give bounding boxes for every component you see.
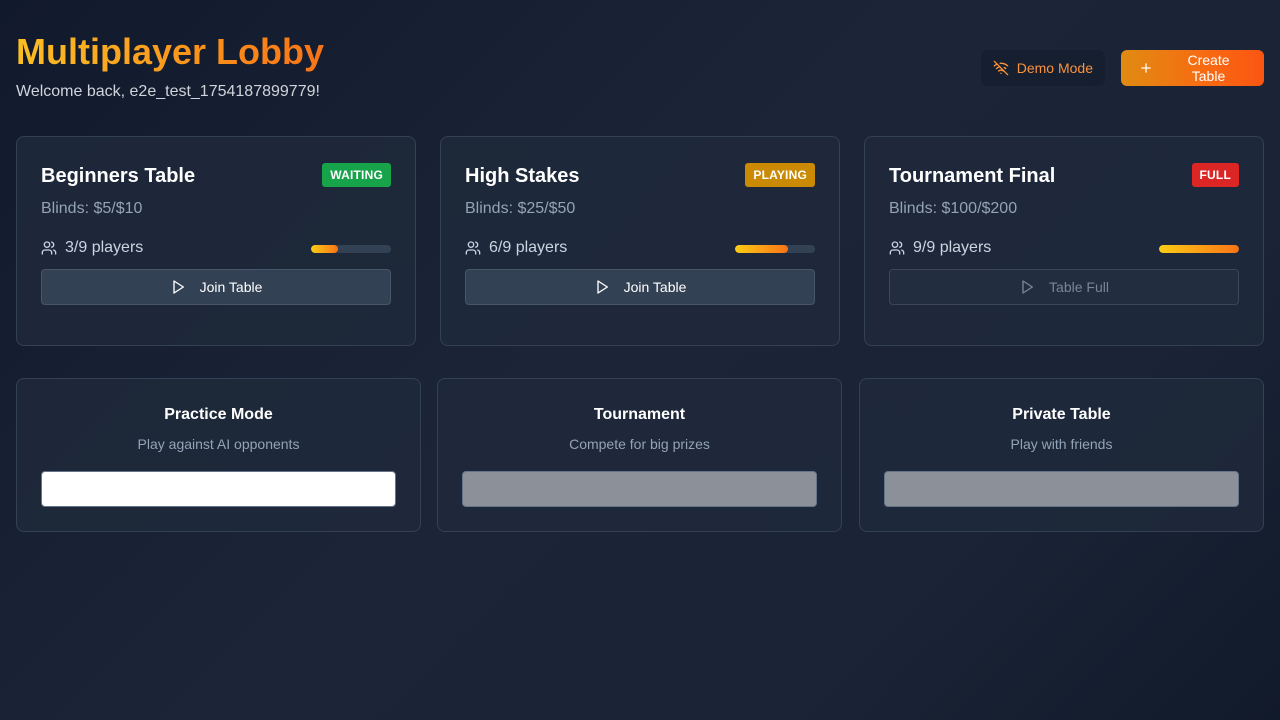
- occupancy-bar: [735, 245, 815, 253]
- mode-description: Compete for big prizes: [569, 436, 710, 452]
- player-count-label: 9/9 players: [913, 239, 992, 256]
- mode-card-practice: Practice Mode Play against AI opponents: [16, 378, 421, 532]
- status-badge: WAITING: [322, 163, 391, 187]
- join-table-button[interactable]: Join Table: [41, 269, 391, 305]
- mode-title: Practice Mode: [164, 406, 273, 423]
- occupancy-fill: [735, 245, 789, 253]
- users-icon: [889, 240, 905, 256]
- table-blinds: Blinds: $100/$200: [889, 200, 1018, 217]
- play-icon: [170, 279, 186, 295]
- occupancy-fill: [1159, 245, 1239, 253]
- table-card: Tournament Final FULL Blinds: $100/$200 …: [864, 136, 1264, 346]
- join-table-label: Join Table: [623, 279, 687, 295]
- plus-icon: [1139, 61, 1153, 75]
- table-full-button[interactable]: Table Full: [889, 269, 1239, 305]
- mode-card-tournament: Tournament Compete for big prizes: [437, 378, 842, 532]
- mode-title: Tournament: [593, 406, 686, 423]
- player-count: 3/9 players: [41, 239, 143, 257]
- table-name: Tournament Final: [889, 165, 1056, 187]
- table-card: Beginners Table WAITING Blinds: $5/$10 3…: [16, 136, 416, 346]
- occupancy-bar: [1159, 245, 1239, 253]
- table-blinds: Blinds: $25/$50: [465, 200, 576, 217]
- table-name: Beginners Table: [41, 165, 196, 187]
- lobby-header: Multiplayer Lobby Welcome back, e2e_test…: [16, 30, 1264, 110]
- play-icon: [1019, 279, 1035, 295]
- player-count: 9/9 players: [889, 239, 991, 257]
- page-title: Multiplayer Lobby: [16, 31, 325, 72]
- mode-card-private: Private Table Play with friends: [859, 378, 1264, 532]
- tournament-mode-button[interactable]: [462, 471, 817, 507]
- practice-mode-button[interactable]: [41, 471, 396, 507]
- join-table-label: Join Table: [199, 279, 263, 295]
- occupancy-fill: [311, 245, 338, 253]
- player-count-label: 3/9 players: [65, 239, 144, 256]
- mode-title: Private Table: [1012, 406, 1111, 423]
- table-full-label: Table Full: [1049, 279, 1109, 295]
- table-blinds: Blinds: $5/$10: [41, 200, 143, 217]
- demo-mode-label: Demo Mode: [1016, 60, 1093, 76]
- create-table-label: Create Table: [1187, 52, 1230, 84]
- demo-mode-button[interactable]: Demo Mode: [980, 50, 1105, 86]
- player-count: 6/9 players: [465, 239, 567, 257]
- status-badge: PLAYING: [745, 163, 815, 187]
- mode-description: Play with friends: [1010, 436, 1113, 452]
- create-table-button[interactable]: Create Table: [1121, 50, 1264, 86]
- join-table-button[interactable]: Join Table: [465, 269, 815, 305]
- play-icon: [594, 279, 610, 295]
- wifi-off-icon: [993, 60, 1009, 76]
- mode-description: Play against AI opponents: [137, 436, 300, 452]
- users-icon: [465, 240, 481, 256]
- users-icon: [41, 240, 57, 256]
- player-count-label: 6/9 players: [489, 239, 568, 256]
- private-table-button[interactable]: [884, 471, 1239, 507]
- table-card: High Stakes PLAYING Blinds: $25/$50 6/9 …: [440, 136, 840, 346]
- table-name: High Stakes: [465, 165, 580, 187]
- header-actions: Demo Mode Create Table: [980, 50, 1264, 86]
- status-badge: FULL: [1191, 163, 1239, 187]
- occupancy-bar: [311, 245, 391, 253]
